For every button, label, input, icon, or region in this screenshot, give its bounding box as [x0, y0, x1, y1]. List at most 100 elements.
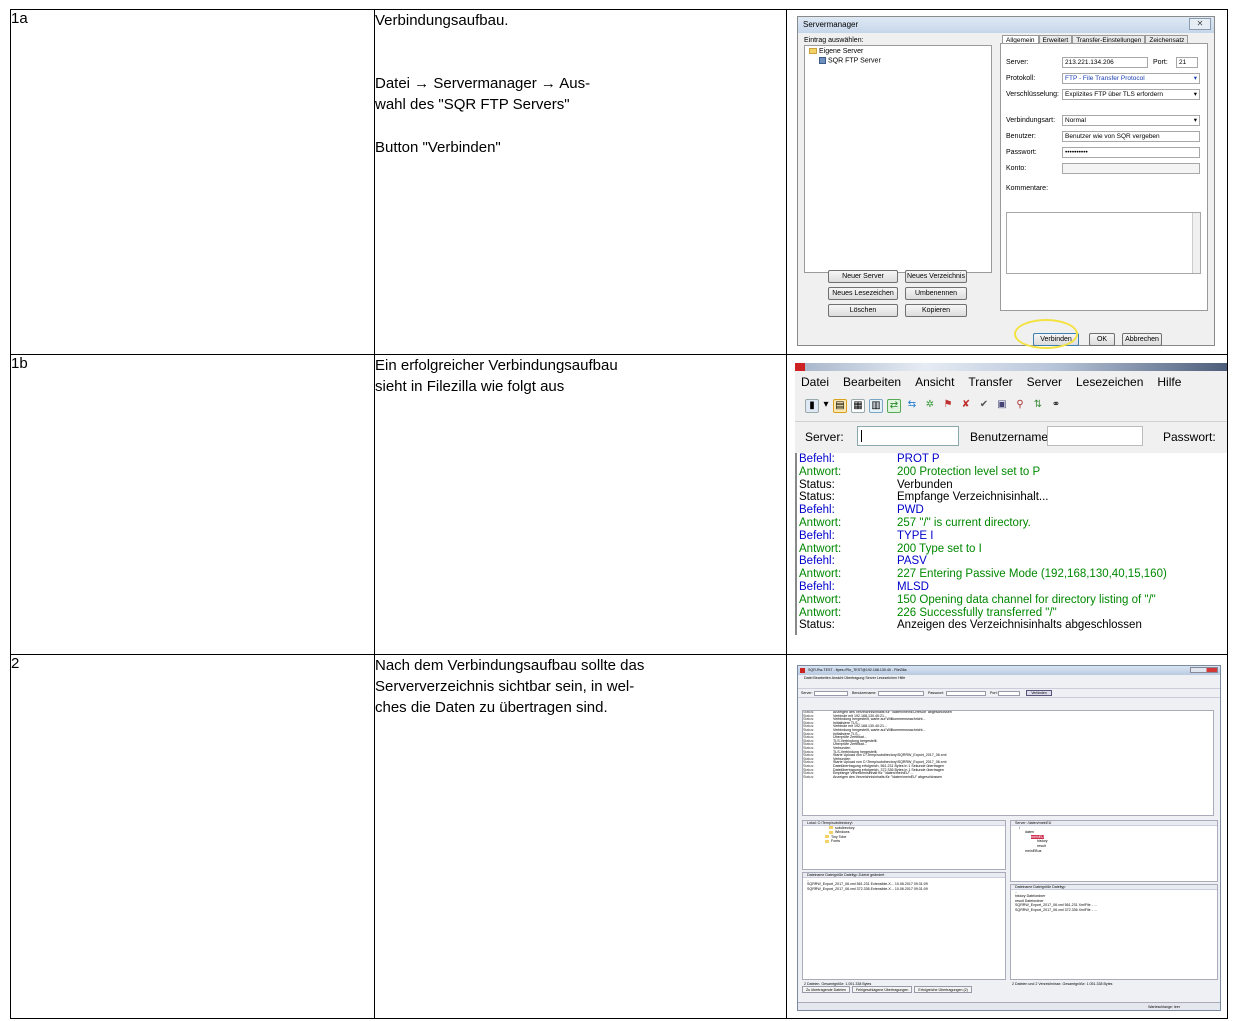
field-konto: Konto: [1006, 163, 1206, 174]
search-icon[interactable]: ⚭ [1049, 399, 1063, 413]
tab-failed[interactable]: Fehlgeschlagene Übertragungen [851, 986, 913, 993]
close-icon[interactable]: ✕ [1189, 18, 1211, 30]
verschluesselung-select[interactable]: Explizites FTP über TLS erfordern [1062, 89, 1200, 100]
kopieren-button[interactable]: Kopieren [905, 304, 967, 317]
desc-line: Nach dem Verbindungsaufbau sollte das [375, 657, 645, 674]
log-row: Status: Verbunden [799, 478, 953, 491]
status-bar: Warteschlange: leer [798, 1002, 1220, 1010]
log-row: Antwort: 226 Successfully transferred "/" [799, 606, 1057, 619]
loeschen-button[interactable]: Löschen [828, 304, 898, 317]
desc-line: Serververzeichnis sichtbar sein, in wel- [375, 678, 635, 695]
sync-icon[interactable]: ⇅ [1031, 399, 1045, 413]
menu-bearbeiten[interactable]: Bearbeiten [843, 375, 901, 389]
field-verschluesselung: Verschlüsselung: Explizites FTP über TLS… [1006, 89, 1206, 100]
desc-line: Button "Verbinden" [375, 139, 501, 156]
server-input[interactable]: 213.221.134.206 [1062, 57, 1148, 68]
local-file-list[interactable]: Dateiname Dateigröße Dateityp Zuletzt ge… [802, 872, 1006, 980]
passwort-input[interactable] [946, 691, 986, 696]
benutzername-input[interactable] [1047, 426, 1143, 446]
step-description: Verbindungsaufbau. Datei → Servermanager… [374, 9, 787, 355]
verbindungsart-select[interactable]: Normal [1062, 115, 1200, 126]
ok-button[interactable]: OK [1089, 333, 1115, 346]
menu-server[interactable]: Server [1027, 375, 1062, 389]
server-input[interactable] [857, 426, 959, 446]
local-tree-pane[interactable]: Lokal: C:\Temp\subdirectory\ subdirector… [802, 820, 1006, 870]
dialog-title: Servermanager [803, 20, 859, 29]
neuer-server-button[interactable]: Neuer Server [828, 270, 898, 283]
server-icon [819, 57, 826, 64]
cancel-icon[interactable]: ⚑ [941, 399, 955, 413]
scrollbar[interactable] [1192, 213, 1200, 273]
protokoll-select[interactable]: FTP - File Transfer Protocol [1062, 73, 1200, 84]
remote-tree-pane[interactable]: Server: /daten/meinEU / daten meinEU his… [1010, 820, 1218, 882]
menu-transfer[interactable]: Transfer [968, 375, 1012, 389]
field-protokoll: Protokoll: FTP - File Transfer Protocol [1006, 73, 1206, 84]
tab-successful[interactable]: Erfolgreiche Übertragungen (2) [914, 986, 972, 993]
benutzer-input[interactable]: Benutzer wie von SQR vergeben [1062, 131, 1200, 142]
abbrechen-button[interactable]: Abbrechen [1122, 333, 1162, 346]
queue-status: Warteschlange: leer [1148, 1005, 1180, 1009]
selected-folder[interactable]: meinEU [1031, 834, 1044, 839]
chevron-down-icon[interactable]: ▾ [823, 399, 829, 413]
servermanager-icon[interactable]: ▮ [805, 399, 819, 413]
queue-tabs: Zu übertragende Dateien Fehlgeschlagene … [802, 986, 972, 993]
remote-status: 2 Dateien und 2 Verzeichnisse. Gesamtgrö… [1012, 982, 1113, 986]
screenshot-filezilla-window: SQR-Rw-TEST - ftpes://Ro_TEST@192.168.13… [786, 654, 1228, 1019]
log-row: Status: Empfange Verzeichnisinhalt... [799, 491, 1049, 504]
benutzername-label: Benutzername: [970, 430, 1052, 444]
filter-icon[interactable]: ▣ [995, 399, 1009, 413]
menu-lesezeichen[interactable]: Lesezeichen [1076, 375, 1143, 389]
port-input[interactable]: 21 [1176, 57, 1198, 68]
list-item[interactable]: SQRRW_Export_2017_06.xml 372.336 XmlFile… [1011, 908, 1217, 913]
tab-queued[interactable]: Zu übertragende Dateien [802, 986, 850, 993]
server-tree[interactable]: Eigene Server SQR FTP Server [804, 45, 992, 273]
compare-icon[interactable]: ⚲ [1013, 399, 1027, 413]
disconnect-icon[interactable]: ✘ [959, 399, 973, 413]
table-row: 1a Verbindungsaufbau. Datei → Servermana… [10, 9, 1228, 355]
remote-file-list[interactable]: Dateiname Dateigröße Dateityp .. history… [1010, 884, 1218, 980]
passwort-label: Passwort: [1163, 430, 1216, 444]
menu-datei[interactable]: Datei [801, 375, 829, 389]
verbinden-button[interactable]: Verbinden [1026, 690, 1052, 696]
step-description: Ein erfolgreicher Verbindungsaufbau sieht… [374, 354, 787, 655]
list-item[interactable]: SQRRW_Export_2017_06.xml 372.336 Extensi… [803, 887, 1005, 892]
log-row: Antwort: 257 "/" is current directory. [799, 516, 1031, 529]
port-input[interactable] [998, 691, 1020, 696]
quickconnect-bar: Server: Benutzername: Passwort: Port: Ve… [798, 689, 1220, 698]
tree-toggle-icon[interactable]: ▦ [851, 399, 865, 413]
menu-hilfe[interactable]: Hilfe [1157, 375, 1181, 389]
reconnect-icon[interactable]: ✔ [977, 399, 991, 413]
window-buttons[interactable] [1190, 667, 1218, 673]
umbenennen-button[interactable]: Umbenennen [905, 287, 967, 300]
queue-toggle-icon[interactable]: ⇄ [887, 399, 901, 413]
neues-verzeichnis-button[interactable]: Neues Verzeichnis [905, 270, 967, 283]
tree-item[interactable]: Eigene Server [809, 48, 987, 57]
kommentare-textarea[interactable] [1006, 212, 1201, 274]
log-toggle-icon[interactable]: ▤ [833, 399, 847, 413]
instruction-table: 1a Verbindungsaufbau. Datei → Servermana… [10, 9, 1228, 1019]
remote-tree-icon[interactable]: ▥ [869, 399, 883, 413]
screenshot-servermanager: Servermanager ✕ Eintrag auswählen: Eigen… [786, 9, 1228, 355]
log-row: Befehl: PWD [799, 504, 924, 517]
tree-item[interactable]: SQR FTP Server [809, 57, 987, 66]
konto-input[interactable] [1062, 163, 1200, 174]
filezilla-main-window: SQR-Rw-TEST - ftpes://Ro_TEST@192.168.13… [797, 665, 1221, 1011]
neues-lesezeichen-button[interactable]: Neues Lesezeichen [828, 287, 898, 300]
field-kommentare: Kommentare: [1006, 185, 1049, 192]
log-row: Status: Anzeigen des Verzeichnisinhalts f… [803, 774, 943, 779]
log-row: Befehl: TYPE I [799, 529, 934, 542]
menu-ansicht[interactable]: Ansicht [915, 375, 954, 389]
log-row: Antwort: 150 Opening data channel for dir… [799, 593, 1156, 606]
passwort-input[interactable]: •••••••••• [1062, 147, 1200, 158]
eintrag-label: Eintrag auswählen: [804, 37, 864, 44]
server-input[interactable] [814, 691, 848, 696]
table-row: 1b Ein erfolgreicher Verbindungsaufbau si… [10, 354, 1228, 655]
window-titlebar: SQR-Rw-TEST - ftpes://Ro_TEST@192.168.13… [798, 666, 1220, 675]
benutzername-input[interactable] [878, 691, 924, 696]
refresh-icon[interactable]: ⇆ [905, 399, 919, 413]
toolbar: ▮ ▾ ▤ ▦ ▥ ⇄ ⇆ ✲ ⚑ ✘ ✔ ▣ ⚲ ⇅ ⚭ [795, 395, 1227, 417]
message-log: Befehl: PROT P Antwort: 200 Protection leve… [795, 453, 1227, 635]
log-row: Befehl: PROT P [799, 453, 940, 465]
filezilla-window: Datei Bearbeiten Ansicht Transfer Server… [795, 363, 1227, 635]
process-queue-icon[interactable]: ✲ [923, 399, 937, 413]
